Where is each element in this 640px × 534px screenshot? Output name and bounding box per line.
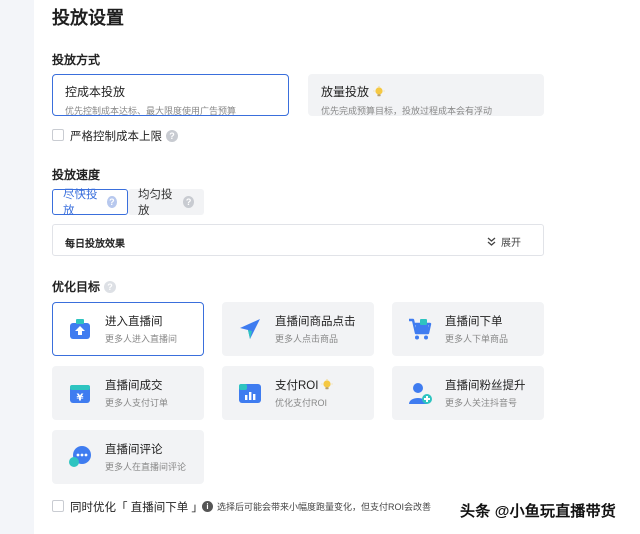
goal-desc: 更多人在直播间评论 xyxy=(105,462,187,472)
daily-effect-title: 每日投放效果 xyxy=(65,239,125,250)
goal-title: 直播间商品点击 xyxy=(275,316,356,328)
volume-title-row: 放量投放 xyxy=(321,83,531,100)
goal-text: 直播间下单 更多人下单商品 xyxy=(445,313,508,345)
goal-text: 直播间评论 更多人在直播间评论 xyxy=(105,441,186,473)
roi-chart-icon xyxy=(239,384,261,403)
live-room-enter-icon xyxy=(70,319,90,339)
watermark: 头条 @小鱼玩直播带货 xyxy=(460,503,616,520)
goal-live-order[interactable]: 直播间下单 更多人下单商品 xyxy=(392,302,544,356)
goal-text: 直播间粉丝提升 更多人关注抖音号 xyxy=(445,377,526,409)
volume-option[interactable]: 放量投放 优先完成预算目标，投放过程成本会有浮动 xyxy=(308,74,544,116)
goal-pay-roi[interactable]: 支付ROI 优化支付ROI xyxy=(222,366,374,420)
delivery-speed-label: 投放速度 xyxy=(52,168,101,182)
goal-desc: 更多人关注抖音号 xyxy=(445,398,518,408)
cost-control-option[interactable]: 控成本投放 优先控制成本达标、最大限度使用广告预算 xyxy=(52,74,289,116)
page-title: 投放设置 xyxy=(52,8,124,28)
help-icon[interactable]: ? xyxy=(104,280,117,293)
goal-title: 直播间评论 xyxy=(105,444,163,456)
goal-desc: 更多人下单商品 xyxy=(445,334,509,344)
comment-bubble-icon xyxy=(69,446,91,467)
speed-fast-label: 尽快投放 xyxy=(63,189,98,217)
goal-text: 直播间商品点击 更多人点击商品 xyxy=(275,313,356,345)
strict-cost-checkbox[interactable] xyxy=(52,129,64,141)
daily-effect-panel: 每日投放效果 展开 xyxy=(52,224,544,256)
goal-live-deal[interactable]: ¥ 直播间成交 更多人支付订单 xyxy=(52,366,204,420)
co-optimize-label: 同时优化「 直播间下单 」 xyxy=(70,502,203,514)
speed-even-button[interactable]: 均匀投放 ? xyxy=(128,189,204,217)
cursor-click-icon xyxy=(240,319,260,339)
double-chevron-down-icon xyxy=(487,237,496,246)
shopping-cart-icon xyxy=(409,318,432,340)
info-icon: i xyxy=(202,501,213,512)
delivery-settings-panel: 投放设置 投放方式 控成本投放 优先控制成本达标、最大限度使用广告预算 放量投放… xyxy=(34,0,640,534)
speed-even-label: 均匀投放 xyxy=(138,189,173,217)
goal-title: 直播间粉丝提升 xyxy=(445,380,526,392)
goal-live-comment[interactable]: 直播间评论 更多人在直播间评论 xyxy=(52,430,204,484)
goal-title: 进入直播间 xyxy=(105,316,163,328)
optimization-goal-label: 优化目标 xyxy=(52,280,101,294)
cost-control-desc: 优先控制成本达标、最大限度使用广告预算 xyxy=(65,106,237,116)
goal-desc: 更多人支付订单 xyxy=(105,398,169,408)
volume-title: 放量投放 xyxy=(321,85,370,99)
cost-control-title: 控成本投放 xyxy=(65,85,126,99)
goal-title: 直播间下单 xyxy=(445,316,503,328)
lightbulb-icon xyxy=(373,85,385,96)
goal-text: 支付ROI 优化支付ROI xyxy=(275,377,333,409)
goal-desc: 优化支付ROI xyxy=(275,398,328,408)
goal-desc: 更多人点击商品 xyxy=(275,334,339,344)
optimization-goal-row: 优化目标 ? xyxy=(52,278,117,295)
goal-product-click[interactable]: 直播间商品点击 更多人点击商品 xyxy=(222,302,374,356)
goal-text: 进入直播间 更多人进入直播间 xyxy=(105,313,177,345)
speed-fast-button[interactable]: 尽快投放 ? xyxy=(52,189,128,217)
help-icon[interactable]: ? xyxy=(106,196,117,208)
strict-cost-label: 严格控制成本上限 xyxy=(70,131,162,143)
help-icon[interactable]: ? xyxy=(166,130,178,142)
goal-enter-live-room[interactable]: 进入直播间 更多人进入直播间 xyxy=(52,302,204,356)
co-optimize-note-text: 选择后可能会带来小幅度跑量变化，但支付ROI会改善 xyxy=(217,502,432,512)
delivery-method-label: 投放方式 xyxy=(52,53,101,67)
expand-toggle[interactable]: 展开 xyxy=(487,234,521,249)
yuan-payment-icon: ¥ xyxy=(70,385,90,404)
help-icon[interactable]: ? xyxy=(183,196,194,208)
expand-label: 展开 xyxy=(501,238,521,249)
co-optimize-note: i 选择后可能会带来小幅度跑量变化，但支付ROI会改善 xyxy=(202,500,431,513)
co-optimize-checkbox[interactable] xyxy=(52,500,64,512)
goal-title: 直播间成交 xyxy=(105,380,163,392)
goal-title: 支付ROI xyxy=(275,380,319,392)
strict-cost-row: 严格控制成本上限 ? xyxy=(70,128,178,144)
goal-text: 直播间成交 更多人支付订单 xyxy=(105,377,168,409)
volume-desc: 优先完成预算目标，投放过程成本会有浮动 xyxy=(321,106,493,116)
goal-desc: 更多人进入直播间 xyxy=(105,334,178,344)
add-follower-icon xyxy=(409,383,432,404)
goal-title-row: 支付ROI xyxy=(275,377,333,393)
svg-text:¥: ¥ xyxy=(77,393,84,404)
lightbulb-icon xyxy=(322,379,333,390)
goal-follower-growth[interactable]: 直播间粉丝提升 更多人关注抖音号 xyxy=(392,366,544,420)
